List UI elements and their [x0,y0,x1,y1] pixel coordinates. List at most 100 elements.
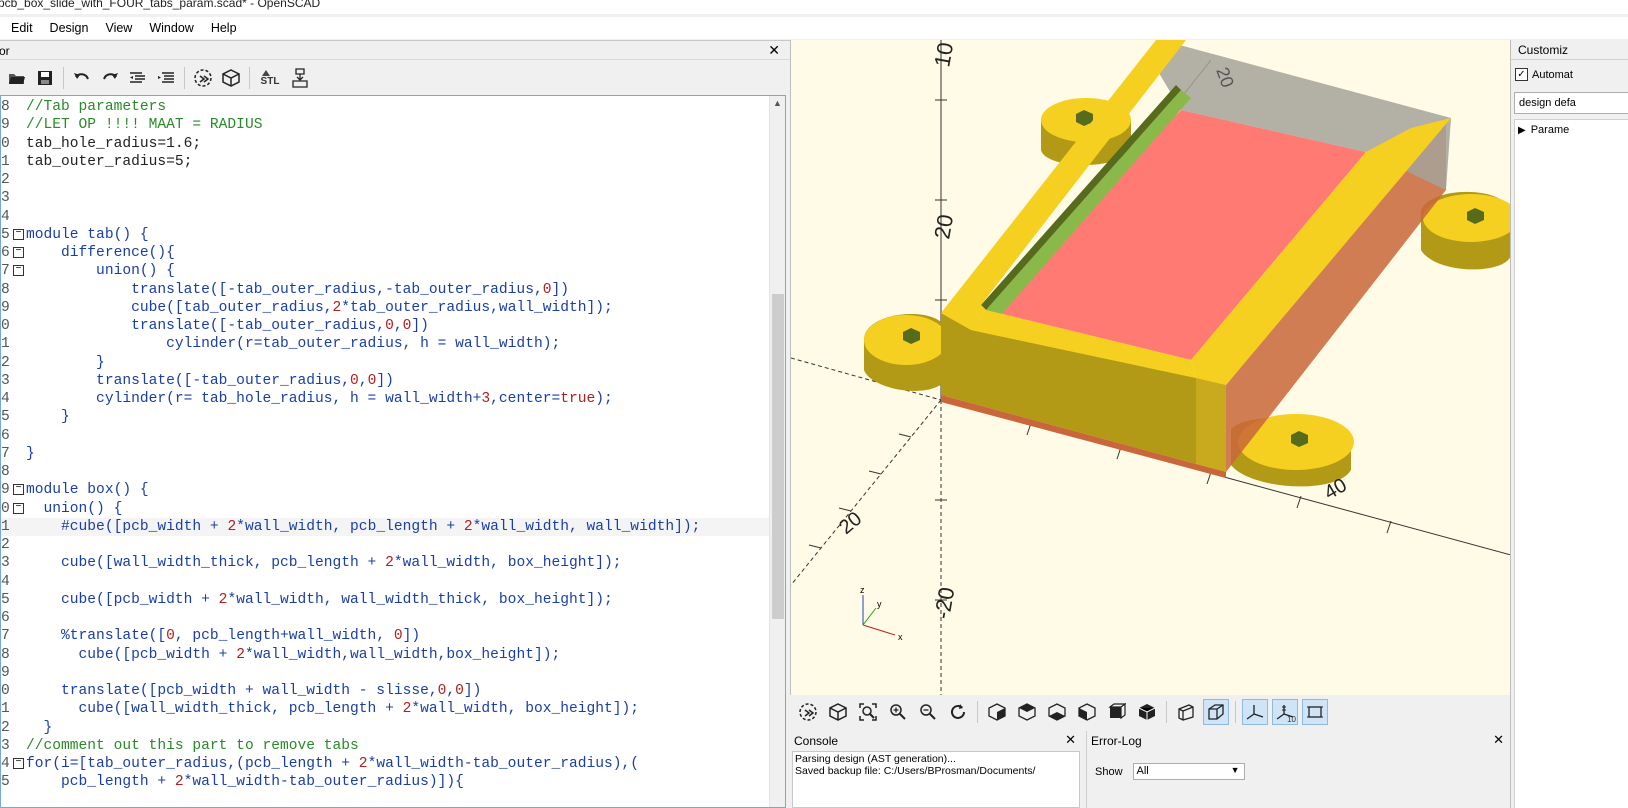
code-line[interactable]: 4− for(i=[tab_outer_radius,(pcb_length + … [1,755,771,773]
code-line[interactable]: 4 [1,573,771,591]
code-line[interactable]: 5 } [1,408,771,426]
code-line[interactable]: 3 //comment out this part to remove tabs [1,737,771,755]
code-line[interactable]: 9− module box() { [1,481,771,499]
fold-toggle-icon[interactable]: − [13,265,24,277]
show-scale-icon[interactable]: 10 [1272,699,1298,725]
render-icon[interactable] [825,699,851,725]
code-line[interactable]: 8 translate([-tab_outer_radius,-tab_oute… [1,281,771,299]
view-back-icon[interactable] [1134,699,1160,725]
orthogonal-icon[interactable] [1203,699,1229,725]
code-line[interactable]: 2 } [1,354,771,372]
code-line[interactable]: 1 cylinder(r=tab_outer_radius, h = wall_… [1,335,771,353]
close-icon[interactable]: ✕ [1065,732,1076,748]
toolbar-separator [63,67,64,89]
code-line[interactable]: 6− difference(){ [1,244,771,262]
code-line[interactable]: 7 %translate([0, pcb_length+wall_width, … [1,627,771,645]
perspective-icon[interactable] [1173,699,1199,725]
redo-icon[interactable] [99,67,121,89]
code-line[interactable]: 8 //Tab parameters [1,98,771,116]
parameter-group[interactable]: ▶ Parame [1518,124,1569,136]
menu-help[interactable]: Help [205,21,243,35]
show-edges-icon[interactable] [1302,699,1328,725]
console-output[interactable]: Parsing design (AST generation)... Saved… [792,751,1080,808]
close-icon[interactable]: ✕ [1493,732,1504,748]
zoom-out-icon[interactable] [915,699,941,725]
code-line[interactable]: 2 [1,171,771,189]
view-top-icon[interactable] [1014,699,1040,725]
undo-icon[interactable] [71,67,93,89]
code-line[interactable]: 8 cube([pcb_width + 2*wall_width,wall_wi… [1,646,771,664]
fold-toggle-icon[interactable]: − [13,484,24,496]
view-bottom-icon[interactable] [1044,699,1070,725]
save-icon[interactable] [34,67,56,89]
reset-view-icon[interactable] [945,699,971,725]
render-icon[interactable] [220,67,242,89]
code-text: } [26,354,105,371]
code-text: difference(){ [26,245,175,261]
code-line[interactable]: 0 translate([pcb_width + wall_width - sl… [1,682,771,700]
code-line[interactable]: 5 pcb_length + 2*wall_width-tab_outer_ra… [1,773,771,791]
scroll-up-icon[interactable]: ▲ [773,98,782,108]
code-line[interactable]: 3 cube([wall_width_thick, pcb_length + 2… [1,554,771,572]
line-number: 8 [1,99,9,115]
code-line[interactable]: 2 [1,536,771,554]
editor-scrollbar[interactable]: ▲ [769,96,785,807]
code-line[interactable]: 9 //LET OP !!!! MAAT = RADIUS [1,116,771,134]
code-editor[interactable]: 8 //Tab parameters 9 //LET OP !!!! MAAT = R… [0,95,786,808]
fold-toggle-icon[interactable]: − [13,247,24,258]
code-line[interactable]: 4 [1,208,771,226]
automatic-preview-checkbox[interactable]: ✓ [1515,68,1528,81]
3d-viewport[interactable]: 10 20 20 40 20 -20 z x y [790,40,1510,695]
menu-view[interactable]: View [99,21,138,35]
view-left-icon[interactable] [1074,699,1100,725]
code-line[interactable]: 7} [1,445,771,463]
send-to-print-icon[interactable] [289,67,311,89]
indent-icon[interactable] [155,67,177,89]
line-number: 6 [1,610,9,626]
menu-edit[interactable]: Edit [5,21,39,35]
menu-design[interactable]: Design [44,21,95,35]
code-text: cube([tab_outer_radius,2*tab_outer_radiu… [26,299,613,316]
code-line[interactable]: 1 #cube([pcb_width + 2*wall_width, pcb_l… [1,517,771,536]
menu-window[interactable]: Window [143,21,199,35]
view-right-icon[interactable] [984,699,1010,725]
code-line[interactable]: 2 } [1,719,771,737]
code-line[interactable]: 9 cube([tab_outer_radius,2*tab_outer_rad… [1,299,771,317]
line-number: 8 [1,464,9,480]
code-line[interactable]: 8 [1,463,771,481]
preset-select[interactable]: design defa [1514,92,1628,114]
code-line[interactable]: 4 cylinder(r= tab_hole_radius, h = wall_… [1,390,771,408]
code-line[interactable]: 6 [1,427,771,445]
code-line[interactable]: 0 tab_hole_radius=1.6; [1,135,771,153]
code-line[interactable]: 5 cube([pcb_width + 2*wall_width, wall_w… [1,591,771,609]
code-line[interactable]: 3 [1,189,771,207]
preview-icon[interactable] [795,699,821,725]
export-stl-icon[interactable]: STL [257,67,283,89]
code-line[interactable]: 9 [1,664,771,682]
open-icon[interactable] [6,67,28,89]
code-line[interactable]: 3 translate([-tab_outer_radius,0,0]) [1,372,771,390]
view-all-icon[interactable] [855,699,881,725]
fold-toggle-icon[interactable]: − [13,758,24,769]
expand-arrow-icon[interactable]: ▶ [1518,125,1526,136]
preview-icon[interactable] [192,67,214,89]
code-line[interactable]: 6 [1,609,771,627]
line-number: 8 [1,281,9,298]
axis-label: -20 [929,585,959,621]
zoom-in-icon[interactable] [885,699,911,725]
fold-toggle-icon[interactable]: − [13,502,24,514]
automatic-preview-option[interactable]: ✓ Automat [1515,68,1573,81]
show-axes-icon[interactable] [1242,699,1268,725]
unindent-icon[interactable] [127,67,149,89]
show-filter-select[interactable]: All ▼ [1132,763,1245,780]
close-icon[interactable]: ✕ [768,42,780,59]
code-line[interactable]: 1 cube([wall_width_thick, pcb_length + 2… [1,700,771,718]
view-front-icon[interactable] [1104,699,1130,725]
scrollbar-thumb[interactable] [772,294,784,619]
code-line[interactable]: 7− union() { [1,262,771,280]
code-line[interactable]: 0− union() { [1,500,771,518]
code-line[interactable]: 1 tab_outer_radius=5; [1,153,771,171]
code-line[interactable]: 5− module tab() { [1,226,771,244]
fold-toggle-icon[interactable]: − [13,228,24,240]
code-line[interactable]: 0 translate([-tab_outer_radius,0,0]) [1,317,771,335]
